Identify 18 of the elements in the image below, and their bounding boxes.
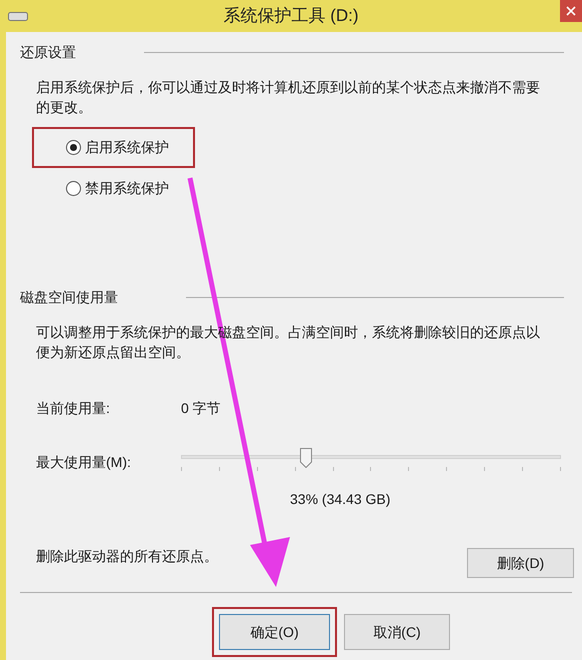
field-label: 最大使用量(M): <box>36 452 132 472</box>
window-title: 系统保护工具 (D:) <box>223 5 359 28</box>
close-button[interactable] <box>560 0 582 22</box>
dialog-button[interactable]: 取消(C) <box>344 614 450 650</box>
drive-icon <box>8 12 28 21</box>
radio-option[interactable]: 启用系统保护 <box>66 137 169 158</box>
section-heading: 还原设置 <box>20 43 76 62</box>
delete-button[interactable]: 删除(D) <box>467 548 574 578</box>
description-text: 启用系统保护后，你可以通过及时将计算机还原到以前的某个状态点来撤消不需要的更改。 <box>36 78 541 117</box>
radio-option[interactable]: 禁用系统保护 <box>66 178 169 199</box>
close-icon <box>566 6 576 16</box>
delete-description: 删除此驱动器的所有还原点。 <box>36 546 218 566</box>
usage-reading: 33% (34.43 GB) <box>290 490 392 509</box>
field-label: 当前使用量: <box>36 399 111 418</box>
dialog-button[interactable]: 确定(O) <box>219 614 330 650</box>
slider-thumb[interactable] <box>300 448 312 468</box>
section-heading: 磁盘空间使用量 <box>20 288 118 307</box>
field-value: 0 字节 <box>181 399 221 418</box>
